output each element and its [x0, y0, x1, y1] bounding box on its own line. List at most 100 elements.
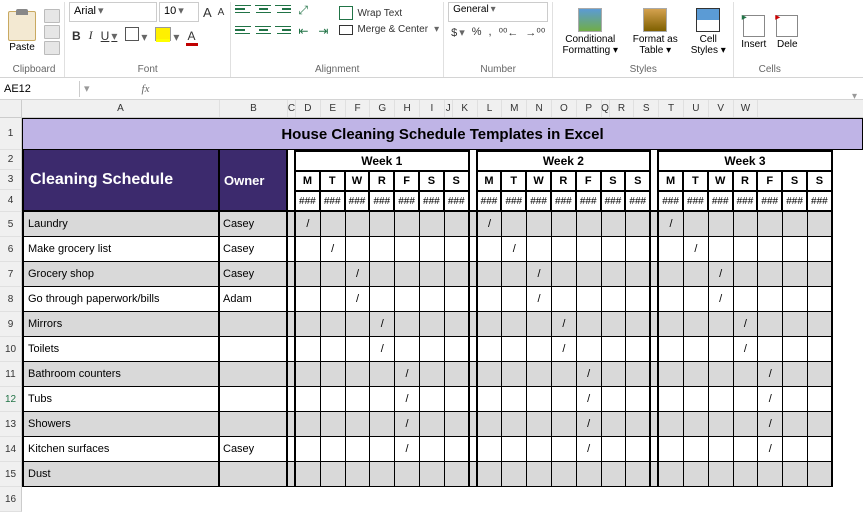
mark-cell[interactable] — [445, 287, 470, 312]
mark-cell[interactable] — [321, 287, 346, 312]
mark-cell[interactable] — [370, 287, 395, 312]
mark-cell[interactable] — [527, 412, 552, 437]
owner-cell[interactable] — [220, 312, 288, 337]
row-header[interactable]: 1 — [0, 118, 22, 150]
mark-cell[interactable]: / — [734, 312, 759, 337]
mark-cell[interactable] — [709, 412, 734, 437]
mark-cell[interactable]: / — [758, 362, 783, 387]
date-hash-cell[interactable]: ### — [370, 190, 395, 212]
mark-cell[interactable] — [577, 287, 602, 312]
mark-cell[interactable] — [626, 312, 651, 337]
mark-cell[interactable] — [296, 387, 321, 412]
mark-cell[interactable] — [420, 412, 445, 437]
row-header[interactable]: 4 — [0, 190, 22, 212]
align-center-icon[interactable] — [255, 23, 271, 37]
column-header[interactable]: M — [502, 100, 527, 117]
task-cell[interactable]: Go through paperwork/bills — [22, 287, 220, 312]
task-cell[interactable]: Bathroom counters — [22, 362, 220, 387]
mark-cell[interactable] — [445, 412, 470, 437]
cut-icon[interactable] — [44, 9, 60, 23]
mark-cell[interactable] — [659, 262, 684, 287]
mark-cell[interactable] — [783, 412, 808, 437]
task-cell[interactable]: Kitchen surfaces — [22, 437, 220, 462]
date-hash-cell[interactable]: ### — [783, 190, 808, 212]
date-hash-cell[interactable]: ### — [659, 190, 684, 212]
owner-cell[interactable]: Adam — [220, 287, 288, 312]
mark-cell[interactable] — [370, 237, 395, 262]
owner-cell[interactable] — [220, 387, 288, 412]
mark-cell[interactable] — [659, 287, 684, 312]
mark-cell[interactable] — [296, 362, 321, 387]
mark-cell[interactable] — [577, 237, 602, 262]
mark-cell[interactable] — [395, 287, 420, 312]
row-header[interactable]: 3 — [0, 170, 22, 190]
mark-cell[interactable] — [734, 287, 759, 312]
mark-cell[interactable] — [783, 337, 808, 362]
mark-cell[interactable]: / — [296, 212, 321, 237]
mark-cell[interactable] — [346, 237, 371, 262]
column-header[interactable]: L — [478, 100, 503, 117]
mark-cell[interactable] — [602, 387, 627, 412]
mark-cell[interactable] — [321, 212, 346, 237]
mark-cell[interactable]: / — [758, 437, 783, 462]
mark-cell[interactable] — [395, 212, 420, 237]
date-hash-cell[interactable]: ### — [502, 190, 527, 212]
conditional-formatting-button[interactable]: Conditional Formatting ▾ — [557, 8, 623, 56]
date-hash-cell[interactable]: ### — [296, 190, 321, 212]
mark-cell[interactable] — [478, 362, 503, 387]
mark-cell[interactable] — [577, 337, 602, 362]
column-header[interactable]: B — [220, 100, 288, 117]
mark-cell[interactable] — [370, 362, 395, 387]
wrap-text-button[interactable]: Wrap Text — [339, 6, 439, 20]
name-box-dropdown-icon[interactable]: ▾ — [80, 82, 94, 95]
mark-cell[interactable] — [502, 287, 527, 312]
column-header[interactable]: Q — [602, 100, 610, 117]
mark-cell[interactable] — [808, 212, 833, 237]
column-header[interactable]: O — [552, 100, 577, 117]
mark-cell[interactable] — [808, 237, 833, 262]
mark-cell[interactable] — [783, 237, 808, 262]
mark-cell[interactable] — [502, 437, 527, 462]
mark-cell[interactable] — [445, 387, 470, 412]
mark-cell[interactable] — [296, 287, 321, 312]
mark-cell[interactable] — [758, 262, 783, 287]
font-name-select[interactable]: Arial — [69, 2, 157, 22]
owner-cell[interactable]: Casey — [220, 262, 288, 287]
mark-cell[interactable] — [552, 437, 577, 462]
increase-decimal-button[interactable]: ⁰⁰← — [496, 26, 522, 39]
mark-cell[interactable] — [527, 212, 552, 237]
mark-cell[interactable] — [684, 312, 709, 337]
mark-cell[interactable] — [445, 237, 470, 262]
mark-cell[interactable]: / — [659, 212, 684, 237]
date-hash-cell[interactable]: ### — [395, 190, 420, 212]
mark-cell[interactable] — [321, 362, 346, 387]
row-header[interactable]: 8 — [0, 287, 22, 312]
mark-cell[interactable] — [808, 462, 833, 487]
mark-cell[interactable] — [370, 437, 395, 462]
mark-cell[interactable]: / — [709, 262, 734, 287]
mark-cell[interactable] — [758, 462, 783, 487]
task-cell[interactable]: Toilets — [22, 337, 220, 362]
mark-cell[interactable] — [370, 387, 395, 412]
row-header[interactable]: 11 — [0, 362, 22, 387]
date-hash-cell[interactable]: ### — [602, 190, 627, 212]
mark-cell[interactable] — [502, 337, 527, 362]
underline-button[interactable]: U — [98, 28, 121, 44]
mark-cell[interactable] — [602, 262, 627, 287]
column-header[interactable]: U — [684, 100, 709, 117]
mark-cell[interactable] — [445, 362, 470, 387]
mark-cell[interactable] — [478, 387, 503, 412]
mark-cell[interactable] — [709, 212, 734, 237]
mark-cell[interactable] — [602, 287, 627, 312]
mark-cell[interactable] — [478, 462, 503, 487]
mark-cell[interactable] — [709, 462, 734, 487]
mark-cell[interactable]: / — [395, 362, 420, 387]
column-header[interactable]: P — [577, 100, 602, 117]
date-hash-cell[interactable]: ### — [527, 190, 552, 212]
mark-cell[interactable] — [478, 237, 503, 262]
mark-cell[interactable] — [527, 362, 552, 387]
mark-cell[interactable] — [626, 462, 651, 487]
mark-cell[interactable] — [684, 462, 709, 487]
mark-cell[interactable] — [602, 462, 627, 487]
column-header[interactable]: V — [709, 100, 734, 117]
